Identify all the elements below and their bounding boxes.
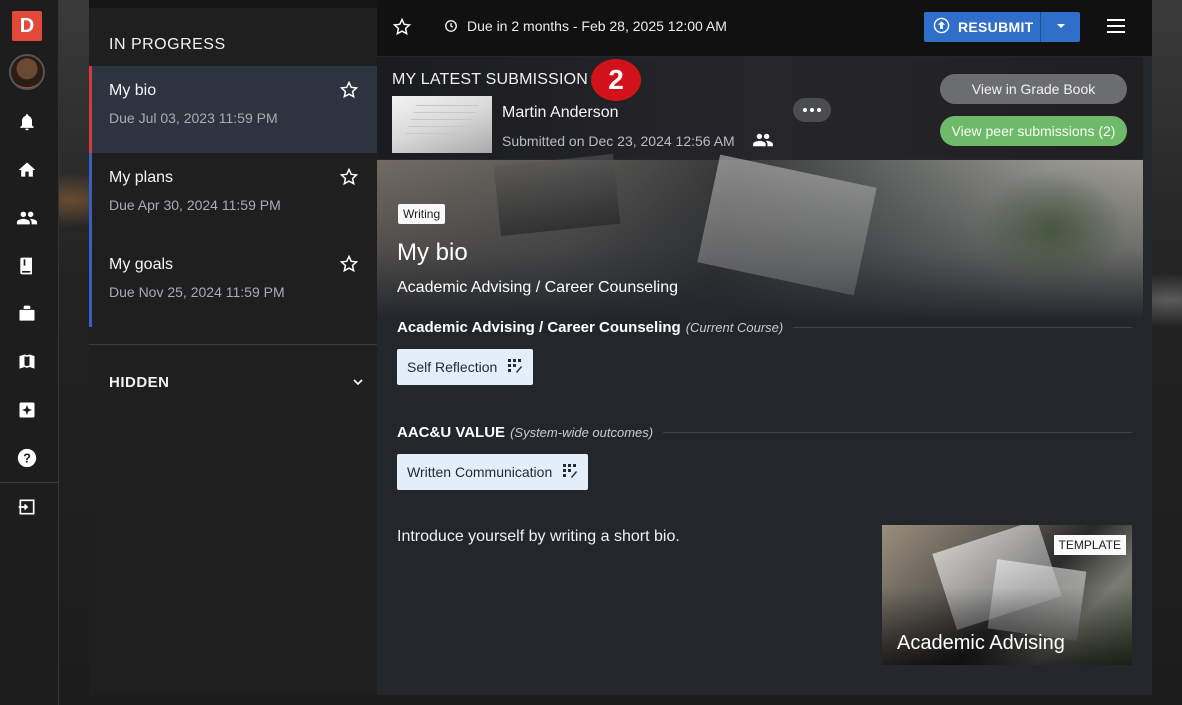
outcome-heading-system: AAC&U VALUE (System-wide outcomes) [397,424,1132,441]
exit-icon[interactable] [14,494,40,520]
book-icon[interactable] [14,253,40,279]
assignment-hero: Writing My bio Academic Advising / Caree… [377,153,1143,320]
latest-submission-bar: MY LATEST SUBMISSION 2 Martin Anderson S… [377,57,1143,159]
rubric-grid-icon [507,358,523,377]
list-item-title: My goals [109,256,174,273]
outcome-chip-self-reflection[interactable]: Self Reflection [397,349,534,385]
assignment-title: My bio [397,239,468,266]
rubric-grid-icon [562,463,578,482]
outcome-divider [793,327,1132,328]
app-logo[interactable]: D [12,11,42,41]
list-item-due: Due Nov 25, 2024 11:59 PM [109,284,285,300]
menu-icon[interactable] [1107,18,1125,39]
template-card[interactable]: TEMPLATE Academic Advising [882,525,1132,665]
outcome-heading-course: Academic Advising / Career Counseling (C… [397,319,1132,336]
hero-photo [493,153,621,237]
assignment-detail: Due in 2 months - Feb 28, 2025 12:00 AM … [377,0,1152,695]
hero-photo [697,154,877,296]
outcome-divider [663,432,1132,433]
app-rail: D ? [0,0,59,705]
user-avatar[interactable] [9,54,45,90]
submission-thumbnail[interactable] [392,96,492,153]
star-icon[interactable] [339,254,359,279]
clock-icon [444,19,458,38]
outcome-chip-label: Self Reflection [407,359,498,375]
view-grade-book-button[interactable]: View in Grade Book [940,74,1127,104]
list-item-title: My bio [109,82,157,99]
caret-down-icon [1056,18,1066,36]
favorite-star-icon[interactable] [392,17,412,42]
chevron-down-icon[interactable] [350,374,366,395]
briefcase-icon[interactable] [14,301,40,327]
rail-divider [0,482,59,483]
outcome-heading-note: (Current Course) [685,320,784,335]
in-progress-heading: IN PROGRESS [109,36,226,53]
people-icon[interactable] [14,205,40,231]
detail-toolbar: Due in 2 months - Feb 28, 2025 12:00 AM … [377,0,1152,56]
assignment-list-panel: IN PROGRESS My bio Due Jul 03, 2023 11:5… [89,0,377,695]
submission-count-badge: 2 [591,59,641,101]
star-icon[interactable] [339,80,359,105]
list-top-strip [89,0,377,8]
outcome-chip-label: Written Communication [407,464,553,480]
view-peer-submissions-button[interactable]: View peer submissions (2) [940,116,1127,146]
due-date-text: Due in 2 months - Feb 28, 2025 12:00 AM [467,18,727,34]
list-divider [89,344,377,345]
assignment-type-tag: Writing [398,204,446,224]
star-icon[interactable] [339,167,359,192]
books-icon[interactable] [14,349,40,375]
hero-plant [977,170,1127,290]
outcome-heading-note: (System-wide outcomes) [510,425,654,440]
bell-icon[interactable] [14,109,40,135]
list-item-my-goals[interactable]: My goals Due Nov 25, 2024 11:59 PM [89,240,377,327]
outcome-chip-written-communication[interactable]: Written Communication [397,454,589,490]
home-icon[interactable] [14,157,40,183]
resubmit-split-button: RESUBMIT [924,12,1080,42]
list-item-due: Due Jul 03, 2023 11:59 PM [109,110,278,126]
template-tag: TEMPLATE [1053,535,1126,555]
resubmit-dropdown-button[interactable] [1040,12,1080,42]
list-item-due: Due Apr 30, 2024 11:59 PM [109,197,281,213]
list-item-title: My plans [109,169,174,186]
resubmit-button[interactable]: RESUBMIT [924,12,1040,42]
svg-text:?: ? [23,451,31,466]
list-item-my-bio[interactable]: My bio Due Jul 03, 2023 11:59 PM [89,66,377,153]
resubmit-label: RESUBMIT [958,19,1034,35]
help-icon[interactable]: ? [14,445,40,471]
student-name: Martin Anderson [502,104,619,121]
list-item-my-plans[interactable]: My plans Due Apr 30, 2024 11:59 PM [89,153,377,240]
template-name: Academic Advising [897,632,1065,654]
submitted-date: Submitted on Dec 23, 2024 12:56 AM [502,133,735,149]
shared-people-icon [752,131,774,154]
assignment-course: Academic Advising / Career Counseling [397,279,679,296]
upload-circle-icon [933,17,950,37]
hidden-heading[interactable]: HIDDEN [109,374,170,391]
sparkle-icon[interactable] [14,397,40,423]
assignment-instructions: Introduce yourself by writing a short bi… [397,528,680,545]
latest-submission-label: MY LATEST SUBMISSION [392,71,589,88]
outcome-heading-text: Academic Advising / Career Counseling [397,319,681,336]
outcome-heading-text: AAC&U VALUE [397,424,506,441]
more-options-button[interactable] [793,98,831,122]
